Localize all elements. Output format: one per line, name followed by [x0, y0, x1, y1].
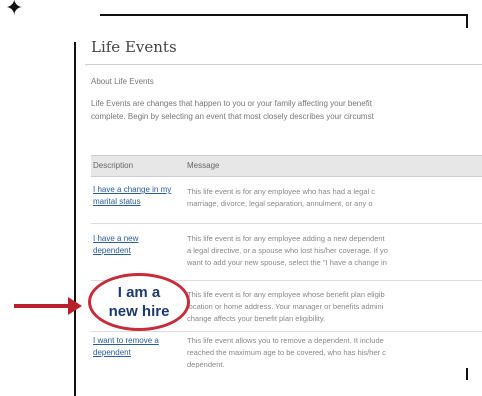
row-message: This life event is for any employee who …	[187, 186, 482, 210]
table-header: Description Message	[91, 155, 482, 177]
message-line: This life event allows you to remove a d…	[187, 336, 384, 345]
callout-line: new hire	[108, 303, 170, 320]
remove-dependent-link[interactable]: I want to remove a dependent	[93, 335, 173, 359]
frame-top-line	[100, 14, 468, 16]
column-header-message: Message	[187, 161, 220, 170]
sparkle-icon: ✦	[5, 0, 24, 21]
row-message: This life event is for any employee addi…	[187, 233, 482, 269]
table-row: I want to remove a dependent This life e…	[91, 332, 482, 368]
message-line: location or home address. Your manager o…	[187, 302, 384, 311]
message-line: This life event is for any employee addi…	[187, 234, 385, 243]
section-heading: About Life Events	[91, 77, 154, 86]
message-line: dependent.	[187, 360, 225, 368]
life-events-table: Description Message I have a change in m…	[91, 155, 482, 368]
new-dependent-link[interactable]: I have a new dependent	[93, 233, 173, 257]
callout-arrow-shaft	[14, 304, 70, 308]
callout-arrow-icon	[68, 297, 82, 315]
callout-label: I am a new hire	[88, 283, 190, 321]
column-header-description: Description	[93, 161, 134, 170]
row-message: This life event is for any employee whos…	[187, 289, 482, 325]
intro-line: Life Events are changes that happen to y…	[91, 99, 372, 108]
message-line: a legal directive, or a spouse who lost …	[187, 246, 388, 255]
message-line: marriage, divorce, legal separation, ann…	[187, 199, 373, 208]
callout-line: I am a	[117, 284, 161, 301]
intro-text: Life Events are changes that happen to y…	[91, 97, 482, 123]
message-line: change affects your benefit plan eligibi…	[187, 314, 326, 323]
intro-line: complete. Begin by selecting an event th…	[91, 112, 374, 121]
message-line: This life event is for any employee who …	[187, 187, 376, 196]
message-line: This life event is for any employee whos…	[187, 290, 385, 299]
page-title: Life Events	[91, 38, 177, 56]
message-line: reached the maximum age to be covered, w…	[187, 348, 386, 357]
marital-status-link[interactable]: I have a change in my marital status	[93, 184, 173, 208]
frame-left-line	[74, 42, 76, 396]
table-row: I have a change in my marital status Thi…	[91, 177, 482, 224]
message-line: want to add your new spouse, select the …	[187, 258, 387, 267]
table-row: I have a new dependent This life event i…	[91, 224, 482, 281]
row-message: This life event allows you to remove a d…	[187, 335, 482, 368]
title-divider	[85, 64, 482, 65]
